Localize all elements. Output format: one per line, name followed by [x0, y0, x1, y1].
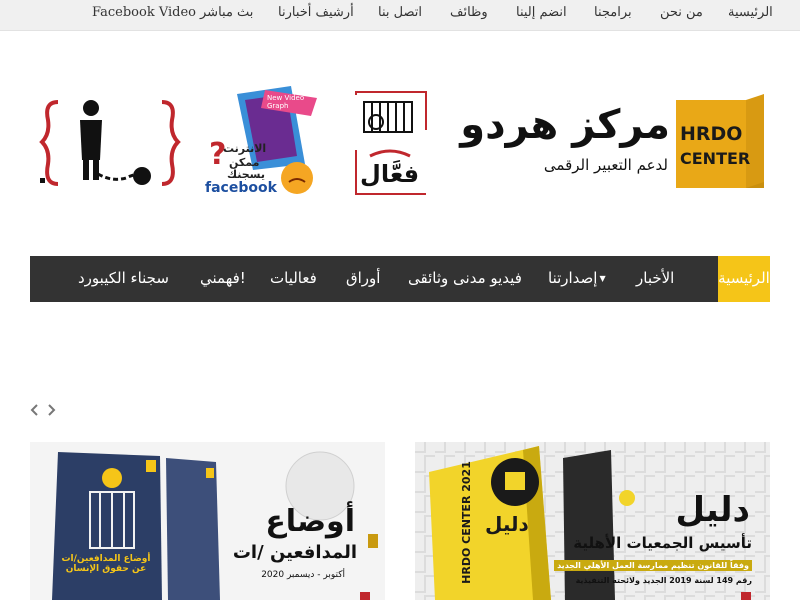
topbar-link-programs[interactable]: برامجنا — [594, 5, 632, 20]
card-defenders-title: أوضاع — [265, 504, 355, 539]
topbar-link-home[interactable]: الرئيسية — [728, 5, 773, 20]
nav-item-label: أوراق — [346, 269, 381, 287]
nav-item-explain[interactable]: فهمني! — [200, 256, 246, 302]
nav-item-papers[interactable]: أوراق — [346, 256, 380, 302]
logo-latin-line2: CENTER — [680, 149, 750, 168]
top-bar: الرئيسية من نحن برامجنا انضم إلينا وظائف… — [0, 0, 800, 31]
card-guide-subtitle: تأسيس الجمعيات الأهلية — [573, 534, 752, 552]
logo-subtitle: لدعم التعبير الرقمى — [543, 156, 668, 174]
banner-active-word: فعَّال — [360, 160, 420, 188]
prisoner-icon — [39, 100, 181, 186]
nav-item-label: سجناء الكيبورد — [78, 269, 169, 287]
nav-item-label: فعاليات — [270, 269, 317, 287]
topbar-link-live[interactable]: بث مباشر — [200, 5, 253, 20]
card-defenders-date: أكتوبر - ديسمبر 2020 — [261, 570, 345, 580]
card-defenders-book-text: أوضاع المدافعين/ات عن حقوق الإنسان — [61, 554, 151, 574]
banner-internet-line1: الانترنت — [223, 142, 267, 155]
topbar-link-join[interactable]: انضم إلينا — [516, 5, 567, 20]
nav-item-home[interactable]: الرئيسية — [718, 256, 770, 302]
card-guide-book-title: دليل — [485, 512, 529, 536]
topbar-link-archive[interactable]: أرشيف أخبارنا — [278, 5, 354, 20]
nav-item-publications[interactable]: إصدارتنا ▼ — [548, 256, 606, 302]
chevron-right-icon — [48, 404, 56, 416]
slider-next[interactable] — [46, 402, 58, 418]
nav-item-label: فهمني! — [200, 269, 246, 287]
site-logo[interactable]: HRDO CENTER مركز هردو لدعم التعبير الرقم… — [458, 84, 770, 204]
nav-item-label: الرئيسية — [718, 269, 770, 287]
caret-down-icon: ▼ — [599, 273, 606, 283]
topbar-link-contact[interactable]: اتصل بنا — [378, 5, 422, 20]
banner-internet-brand: facebook — [205, 180, 277, 196]
topbar-link-facebook-video[interactable]: Facebook Video — [92, 5, 196, 20]
card-guide-title: دليل — [675, 490, 750, 530]
nav-item-label: إصدارتنا — [548, 269, 598, 287]
card-guide-desc1: وفقاً للقانون تنظيم ممارسة العمل الأهلي … — [554, 560, 752, 571]
nav-item-keyboard-prisoners[interactable]: سجناء الكيبورد — [78, 256, 169, 302]
card-guide-book-text: HRDO CENTER 2021 — [459, 461, 473, 584]
nav-item-label: فيديو مدنى وثائقى — [408, 269, 522, 287]
nav-item-documentary[interactable]: فيديو مدنى وثائقى — [408, 256, 522, 302]
banner-internet-badge: New Video Graph — [267, 94, 305, 110]
main-nav: الرئيسية الأخبار إصدارتنا ▼ فيديو مدنى وث… — [30, 256, 770, 302]
logo-title: مركز هردو — [460, 102, 670, 148]
banner-active[interactable]: فعَّال — [350, 90, 430, 200]
chevron-left-icon — [30, 404, 38, 416]
nav-item-label: الأخبار — [636, 269, 675, 287]
banner-internet-jail[interactable]: ? New Video Graph الانترنت ممكن يسجنك fa… — [205, 86, 320, 196]
nav-item-events[interactable]: فعاليات — [270, 256, 317, 302]
banner-prisoner[interactable] — [36, 94, 186, 194]
card-guide-desc2: رقم 149 لسنة 2019 الجديد ولائحته التنفيذ… — [575, 576, 752, 585]
nav-item-news[interactable]: الأخبار — [636, 256, 674, 302]
topbar-link-jobs[interactable]: وظائف — [450, 5, 488, 20]
card-defenders-subtitle: المدافعين /ات — [232, 542, 357, 563]
topbar-link-about[interactable]: من نحن — [660, 5, 703, 20]
featured-card-guide[interactable]: HRDO CENTER 2021 دليل دليل تأسيس الجمعيا… — [415, 442, 770, 600]
logo-latin-line1: HRDO — [680, 123, 742, 145]
featured-card-defenders[interactable]: أوضاع المدافعين/ات عن حقوق الإنسان أوضاع… — [30, 442, 385, 600]
slider-prev[interactable] — [28, 402, 40, 418]
